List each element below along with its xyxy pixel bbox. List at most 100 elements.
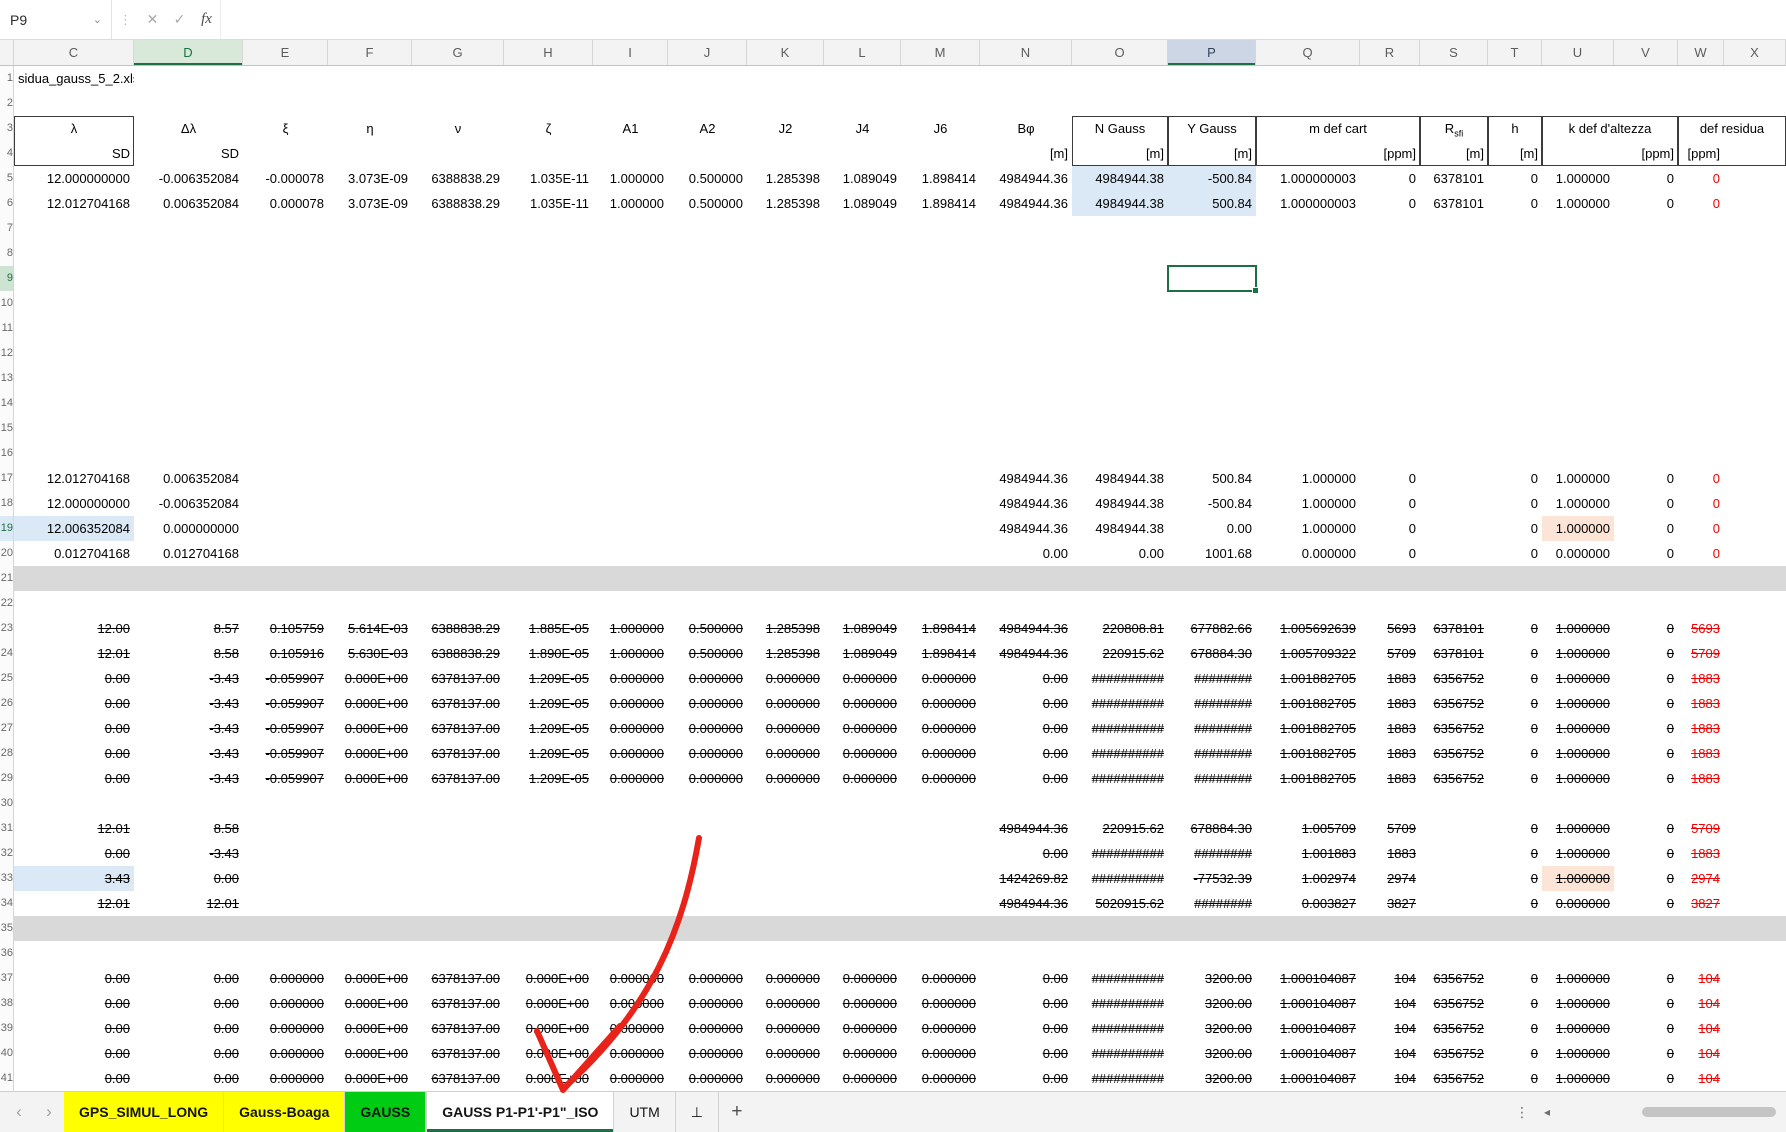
cell-I3[interactable]: A1 bbox=[593, 116, 668, 141]
cell-C3[interactable]: λ bbox=[14, 116, 134, 141]
cell-O37[interactable]: ########## bbox=[1072, 966, 1168, 991]
cell-F11[interactable] bbox=[328, 316, 412, 341]
row-header-25[interactable]: 25 bbox=[0, 666, 14, 691]
cell-J40[interactable]: 0.000000 bbox=[668, 1041, 747, 1066]
cell-U1[interactable] bbox=[1542, 66, 1614, 91]
cell-J22[interactable] bbox=[668, 591, 747, 616]
cell-G12[interactable] bbox=[412, 341, 504, 366]
cell-L17[interactable] bbox=[824, 466, 901, 491]
cell-J8[interactable] bbox=[668, 241, 747, 266]
cell-O30[interactable] bbox=[1072, 791, 1168, 816]
row-header-13[interactable]: 13 bbox=[0, 366, 14, 391]
cell-F26[interactable]: 0.000E+00 bbox=[328, 691, 412, 716]
cell-R34[interactable]: 3827 bbox=[1360, 891, 1420, 916]
cell-T32[interactable]: 0 bbox=[1488, 841, 1542, 866]
cell-S6[interactable]: 6378101 bbox=[1420, 191, 1488, 216]
cell-P33[interactable]: -77532.39 bbox=[1168, 866, 1256, 891]
cell-I41[interactable]: 0.000000 bbox=[593, 1066, 668, 1091]
cell-R18[interactable]: 0 bbox=[1360, 491, 1420, 516]
cell-L23[interactable]: 1.089049 bbox=[824, 616, 901, 641]
cell-P14[interactable] bbox=[1168, 391, 1256, 416]
sheet-tab-6[interactable]: ⊥ bbox=[676, 1092, 719, 1132]
cell-U24[interactable]: 1.000000 bbox=[1542, 641, 1614, 666]
cell-I2[interactable] bbox=[593, 91, 668, 116]
cell-C39[interactable]: 0.00 bbox=[14, 1016, 134, 1041]
row-header-27[interactable]: 27 bbox=[0, 716, 14, 741]
cell-D32[interactable]: -3.43 bbox=[134, 841, 243, 866]
cell-O9[interactable] bbox=[1072, 266, 1168, 291]
cell-G13[interactable] bbox=[412, 366, 504, 391]
cell-D6[interactable]: 0.006352084 bbox=[134, 191, 243, 216]
cell-F31[interactable] bbox=[328, 816, 412, 841]
cell-S7[interactable] bbox=[1420, 216, 1488, 241]
cell-P20[interactable]: 1001.68 bbox=[1168, 541, 1256, 566]
cell-K39[interactable]: 0.000000 bbox=[747, 1016, 824, 1041]
cell-V24[interactable]: 0 bbox=[1614, 641, 1678, 666]
cell-P37[interactable]: 3200.00 bbox=[1168, 966, 1256, 991]
cell-K23[interactable]: 1.285398 bbox=[747, 616, 824, 641]
cell-V11[interactable] bbox=[1614, 316, 1678, 341]
cell-J35[interactable] bbox=[668, 916, 747, 941]
cell-O27[interactable]: ########## bbox=[1072, 716, 1168, 741]
cell-U14[interactable] bbox=[1542, 391, 1614, 416]
cell-X25[interactable] bbox=[1724, 666, 1786, 691]
cell-I26[interactable]: 0.000000 bbox=[593, 691, 668, 716]
cell-L12[interactable] bbox=[824, 341, 901, 366]
cell-R2[interactable] bbox=[1360, 91, 1420, 116]
cell-W37[interactable]: 104 bbox=[1678, 966, 1724, 991]
cell-X12[interactable] bbox=[1724, 341, 1786, 366]
cell-K16[interactable] bbox=[747, 441, 824, 466]
sheet-tab-2[interactable]: Gauss-Boaga bbox=[224, 1092, 345, 1132]
cell-N11[interactable] bbox=[980, 316, 1072, 341]
cell-N4[interactable]: [m] bbox=[980, 141, 1072, 166]
cell-S15[interactable] bbox=[1420, 416, 1488, 441]
cell-E23[interactable]: 0.105759 bbox=[243, 616, 328, 641]
cell-S18[interactable] bbox=[1420, 491, 1488, 516]
cell-C23[interactable]: 12.00 bbox=[14, 616, 134, 641]
cell-Q23[interactable]: 1.005692639 bbox=[1256, 616, 1360, 641]
cell-I11[interactable] bbox=[593, 316, 668, 341]
cell-X35[interactable] bbox=[1724, 916, 1786, 941]
cell-M14[interactable] bbox=[901, 391, 980, 416]
cell-J13[interactable] bbox=[668, 366, 747, 391]
cell-L6[interactable]: 1.089049 bbox=[824, 191, 901, 216]
cell-N10[interactable] bbox=[980, 291, 1072, 316]
sheet-tab-4[interactable]: GAUSS P1-P1'-P1"_ISO bbox=[426, 1092, 614, 1132]
cell-K14[interactable] bbox=[747, 391, 824, 416]
cell-D34[interactable]: 12.01 bbox=[134, 891, 243, 916]
cell-I1[interactable] bbox=[593, 66, 668, 91]
cell-H41[interactable]: 0.000E+00 bbox=[504, 1066, 593, 1091]
cell-O20[interactable]: 0.00 bbox=[1072, 541, 1168, 566]
cell-J37[interactable]: 0.000000 bbox=[668, 966, 747, 991]
cell-E11[interactable] bbox=[243, 316, 328, 341]
cell-K1[interactable] bbox=[747, 66, 824, 91]
cell-W8[interactable] bbox=[1678, 241, 1724, 266]
cell-M16[interactable] bbox=[901, 441, 980, 466]
cell-C11[interactable] bbox=[14, 316, 134, 341]
cell-F18[interactable] bbox=[328, 491, 412, 516]
cell-N36[interactable] bbox=[980, 941, 1072, 966]
cell-C20[interactable]: 0.012704168 bbox=[14, 541, 134, 566]
cell-T34[interactable]: 0 bbox=[1488, 891, 1542, 916]
cell-R16[interactable] bbox=[1360, 441, 1420, 466]
cell-O16[interactable] bbox=[1072, 441, 1168, 466]
cell-W18[interactable]: 0 bbox=[1678, 491, 1724, 516]
cell-C24[interactable]: 12.01 bbox=[14, 641, 134, 666]
cell-Q1[interactable] bbox=[1256, 66, 1360, 91]
cell-U37[interactable]: 1.000000 bbox=[1542, 966, 1614, 991]
cell-V6[interactable]: 0 bbox=[1614, 191, 1678, 216]
cell-V17[interactable]: 0 bbox=[1614, 466, 1678, 491]
cell-R17[interactable]: 0 bbox=[1360, 466, 1420, 491]
cell-Q24[interactable]: 1.005709322 bbox=[1256, 641, 1360, 666]
cell-U10[interactable] bbox=[1542, 291, 1614, 316]
cell-F34[interactable] bbox=[328, 891, 412, 916]
cell-L20[interactable] bbox=[824, 541, 901, 566]
cell-F20[interactable] bbox=[328, 541, 412, 566]
cell-L24[interactable]: 1.089049 bbox=[824, 641, 901, 666]
cell-M12[interactable] bbox=[901, 341, 980, 366]
cell-X8[interactable] bbox=[1724, 241, 1786, 266]
cell-H30[interactable] bbox=[504, 791, 593, 816]
cell-R13[interactable] bbox=[1360, 366, 1420, 391]
cell-Q32[interactable]: 1.001883 bbox=[1256, 841, 1360, 866]
cell-L18[interactable] bbox=[824, 491, 901, 516]
